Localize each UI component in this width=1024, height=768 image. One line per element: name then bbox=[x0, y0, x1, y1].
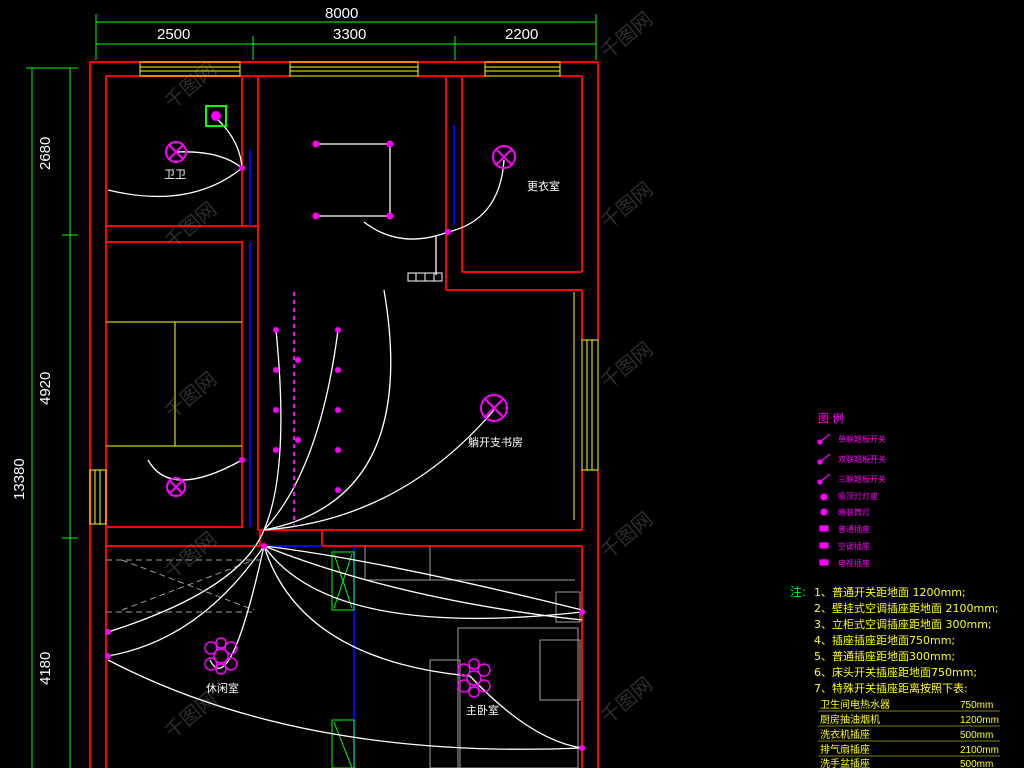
table-row-4-value: 2100mm bbox=[960, 745, 999, 756]
watermark: 千图网 bbox=[596, 672, 657, 729]
socket-icon bbox=[819, 525, 829, 532]
wiring bbox=[107, 117, 583, 750]
note-6: 6、床头开关插座距地面750mm; bbox=[814, 665, 977, 679]
table-row-3-label: 洗衣机插座 bbox=[820, 728, 870, 741]
table-row-3-value: 500mm bbox=[960, 730, 993, 741]
watermark: 千图网 bbox=[596, 177, 657, 234]
legend-item-1: 单联翘板开关 bbox=[838, 434, 886, 444]
note-3: 3、立柜式空调插座距地面 300mm; bbox=[814, 617, 992, 631]
socket-symbol bbox=[407, 272, 443, 282]
dim-total-width: 8000 bbox=[325, 5, 358, 22]
height-table: 卫生间电热水器 750mm 厨房抽油烟机 1200mm 洗衣机插座 500mm … bbox=[818, 698, 1000, 768]
legend-title: 图 例 bbox=[818, 411, 844, 425]
downlight-icon bbox=[820, 508, 828, 516]
note-2: 2、壁挂式空调插座距地面 2100mm; bbox=[814, 601, 999, 615]
note-1: 1、普通开关距地面 1200mm; bbox=[814, 585, 966, 599]
note-5: 5、普通插座距地面300mm; bbox=[814, 649, 955, 663]
table-row-5-label: 洗手盆插座 bbox=[820, 757, 870, 768]
room-label-living: 休闲室 bbox=[206, 681, 239, 695]
legend-item-8: 电视插座 bbox=[838, 558, 870, 568]
legend-item-6: 普通插座 bbox=[838, 524, 870, 534]
dim-segment-3: 2200 bbox=[505, 26, 538, 43]
dim-segment-2: 3300 bbox=[333, 26, 366, 43]
watermark: 千图网 bbox=[160, 527, 221, 584]
legend: 图 例 单联翘板开关 双联翘板开关 三联翘板开关 吸顶灯灯座 暗装筒灯 普通插座… bbox=[817, 411, 886, 568]
dim-left-segment-1: 2680 bbox=[37, 137, 54, 170]
notes: 注: 1、普通开关距地面 1200mm; 2、壁挂式空调插座距地面 2100mm… bbox=[790, 584, 999, 695]
table-row-2-label: 厨房抽油烟机 bbox=[820, 713, 880, 726]
room-label-master-bedroom: 主卧室 bbox=[466, 703, 499, 717]
notes-heading: 注: bbox=[790, 584, 806, 599]
tv-socket-icon bbox=[819, 559, 829, 566]
air-conditioner-socket-icon bbox=[819, 542, 829, 549]
chandelier-icon bbox=[457, 658, 491, 698]
watermark: 千图网 bbox=[596, 7, 657, 64]
watermark: 千图网 bbox=[160, 367, 221, 424]
ceiling-lamp-icon bbox=[166, 477, 186, 497]
watermark: 千图网 bbox=[596, 507, 657, 564]
furniture bbox=[106, 321, 242, 447]
ceiling-lamp-icon bbox=[820, 493, 828, 501]
table-row-5-value: 500mm bbox=[960, 759, 993, 768]
room-label-bathroom: 卫卫 bbox=[164, 168, 186, 181]
ceiling-lamp-icon bbox=[480, 394, 508, 422]
windows bbox=[89, 61, 599, 525]
dim-total-height: 13380 bbox=[11, 458, 28, 500]
note-4: 4、插座插座距地面750mm; bbox=[814, 633, 955, 647]
electrical-floor-plan: 8000 2500 3300 2200 2680 4920 4180 13380 bbox=[11, 5, 1000, 768]
legend-item-3: 三联翘板开关 bbox=[838, 474, 886, 484]
watermark: 千图网 bbox=[160, 687, 221, 744]
chandelier-icon bbox=[204, 637, 238, 675]
dim-segment-1: 2500 bbox=[157, 26, 190, 43]
dim-left-segment-2: 4920 bbox=[37, 372, 54, 405]
legend-item-5: 暗装筒灯 bbox=[838, 507, 870, 517]
table-row-1-value: 750mm bbox=[960, 700, 993, 711]
table-row-2-value: 1200mm bbox=[960, 715, 999, 726]
room-label-study: 躺开支书房 bbox=[468, 435, 523, 449]
legend-item-7: 空调插座 bbox=[838, 541, 870, 551]
bed-outline bbox=[364, 546, 581, 768]
note-7: 7、特殊开关插座距离按照下表: bbox=[814, 681, 968, 695]
table-row-4-label: 排气扇插座 bbox=[820, 743, 870, 756]
legend-item-4: 吸顶灯灯座 bbox=[838, 491, 878, 501]
room-label-cloakroom: 更衣室 bbox=[527, 179, 560, 193]
dim-left-segment-3: 4180 bbox=[37, 652, 54, 685]
legend-item-2: 双联翘板开关 bbox=[838, 454, 886, 464]
table-row-1-label: 卫生间电热水器 bbox=[820, 698, 890, 711]
watermark: 千图网 bbox=[596, 337, 657, 394]
legend-symbols bbox=[817, 433, 831, 566]
